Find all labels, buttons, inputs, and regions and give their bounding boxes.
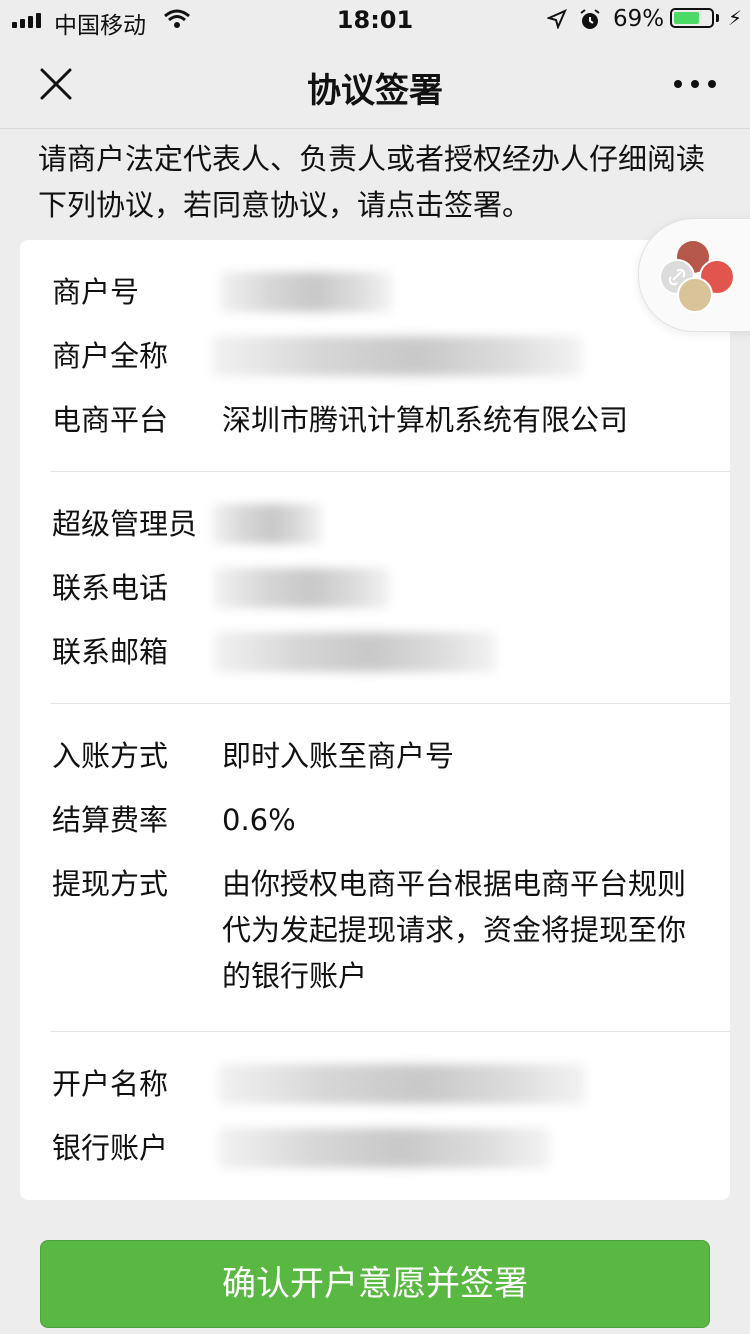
divider bbox=[50, 471, 730, 472]
merchant-id-value bbox=[220, 272, 392, 312]
intro-text: 请商户法定代表人、负责人或者授权经办人仔细阅读下列协议，若同意协议，请点击签署。 bbox=[38, 142, 706, 222]
page-title: 协议签署 bbox=[307, 71, 443, 111]
platform-value: 深圳市腾讯计算机系统有限公司 bbox=[222, 403, 629, 437]
location-icon bbox=[547, 9, 567, 29]
email-value bbox=[214, 632, 496, 672]
divider bbox=[50, 1031, 730, 1032]
phone-label: 联系电话 bbox=[52, 571, 169, 605]
phone-value bbox=[214, 568, 390, 608]
battery-icon bbox=[670, 8, 714, 28]
bank-account-label: 银行账户 bbox=[52, 1131, 169, 1165]
alarm-icon bbox=[580, 9, 600, 29]
floating-app-icon bbox=[677, 277, 713, 313]
battery-percent: 69% bbox=[613, 6, 665, 32]
bank-account-value bbox=[218, 1128, 550, 1168]
settlement-rate-label: 结算费率 bbox=[52, 803, 169, 837]
merchant-full-name-label: 商户全称 bbox=[52, 339, 169, 373]
withdraw-method-label: 提现方式 bbox=[52, 867, 169, 901]
account-name-label: 开户名称 bbox=[52, 1067, 169, 1101]
nav-bar: 协议签署 bbox=[0, 40, 750, 129]
charging-icon: ⚡ bbox=[728, 6, 743, 30]
settlement-method-label: 入账方式 bbox=[52, 739, 169, 773]
divider bbox=[50, 703, 730, 704]
merchant-info-card: 商户号 商户全称 电商平台 深圳市腾讯计算机系统有限公司 超级管理员 联系电话 … bbox=[20, 240, 730, 1200]
floating-window-bubble[interactable] bbox=[638, 218, 750, 332]
confirm-sign-button[interactable]: 确认开户意愿并签署 bbox=[40, 1240, 710, 1328]
status-bar: 中国移动 18:01 69% ⚡ bbox=[0, 0, 750, 40]
merchant-full-name-value bbox=[212, 336, 582, 376]
admin-label: 超级管理员 bbox=[52, 507, 198, 541]
admin-value bbox=[212, 504, 322, 544]
account-name-value bbox=[218, 1064, 586, 1104]
merchant-id-label: 商户号 bbox=[52, 275, 140, 309]
platform-label: 电商平台 bbox=[52, 403, 169, 437]
withdraw-method-value: 由你授权电商平台根据电商平台规则代为发起提现请求，资金将提现至你的银行账户 bbox=[222, 867, 687, 993]
settlement-method-value: 即时入账至商户号 bbox=[222, 739, 455, 773]
settlement-rate-value: 0.6% bbox=[222, 803, 296, 837]
email-label: 联系邮箱 bbox=[52, 635, 169, 669]
more-icon[interactable] bbox=[670, 70, 720, 98]
